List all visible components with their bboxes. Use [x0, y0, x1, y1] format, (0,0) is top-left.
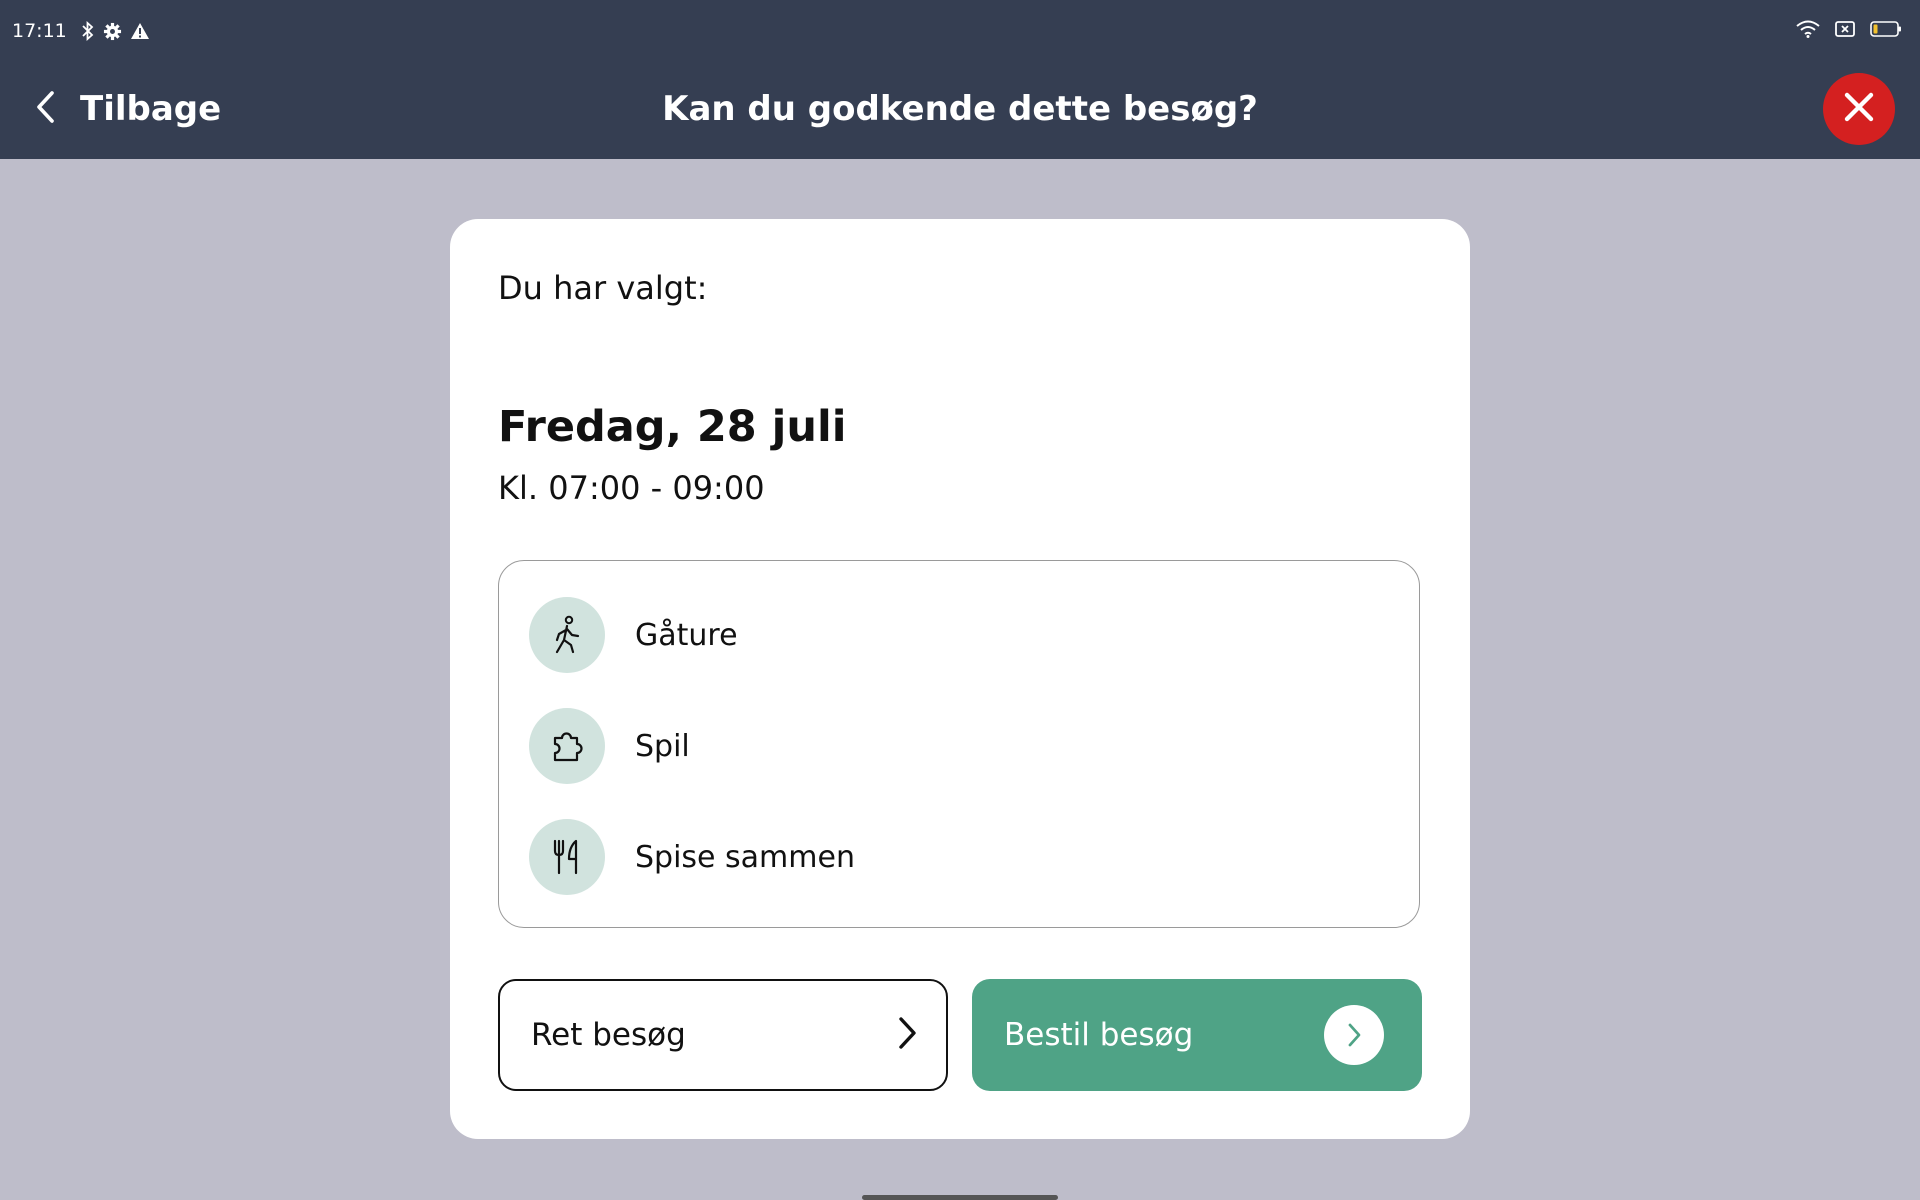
activity-list: Gåture Spil Spise sammen: [498, 560, 1420, 928]
visit-date: Fredag, 28 juli: [498, 402, 847, 452]
fork-knife-icon: [529, 819, 605, 895]
back-label: Tilbage: [80, 89, 222, 129]
chevron-left-icon: [34, 89, 56, 129]
order-visit-button[interactable]: Bestil besøg: [972, 979, 1422, 1091]
status-bar: 17:11: [12, 16, 150, 46]
sim-icon: [1834, 20, 1856, 42]
status-time: 17:11: [12, 20, 67, 42]
bluetooth-icon: [81, 21, 95, 41]
battery-icon: [1870, 20, 1902, 42]
activity-label: Spil: [635, 728, 690, 764]
wifi-icon: [1796, 20, 1820, 42]
page-title: Kan du godkende dette besøg?: [662, 89, 1258, 129]
top-bar: 17:11 Tilbage Kan du godkende dette besø…: [0, 0, 1920, 159]
settings-icon: [103, 22, 122, 41]
edit-visit-button[interactable]: Ret besøg: [498, 979, 948, 1091]
activity-label: Gåture: [635, 617, 738, 653]
warning-icon: [130, 22, 150, 40]
close-icon: [1842, 90, 1876, 128]
back-button[interactable]: Tilbage: [34, 84, 221, 134]
status-icons-right: [1796, 16, 1902, 46]
puzzle-icon: [529, 708, 605, 784]
list-item: Spise sammen: [529, 819, 855, 895]
chosen-label: Du har valgt:: [498, 269, 708, 307]
visit-time-range: Kl. 07:00 - 09:00: [498, 469, 765, 507]
activity-label: Spise sammen: [635, 839, 855, 875]
chevron-right-icon: [1324, 1005, 1384, 1065]
order-visit-label: Bestil besøg: [1004, 1017, 1194, 1053]
walking-icon: [529, 597, 605, 673]
list-item: Gåture: [529, 597, 738, 673]
chevron-right-icon: [896, 1015, 918, 1055]
list-item: Spil: [529, 708, 690, 784]
visit-summary-card: Du har valgt: Fredag, 28 juli Kl. 07:00 …: [450, 219, 1470, 1139]
edit-visit-label: Ret besøg: [531, 1017, 686, 1053]
home-indicator[interactable]: [862, 1195, 1058, 1200]
close-button[interactable]: [1823, 73, 1895, 145]
